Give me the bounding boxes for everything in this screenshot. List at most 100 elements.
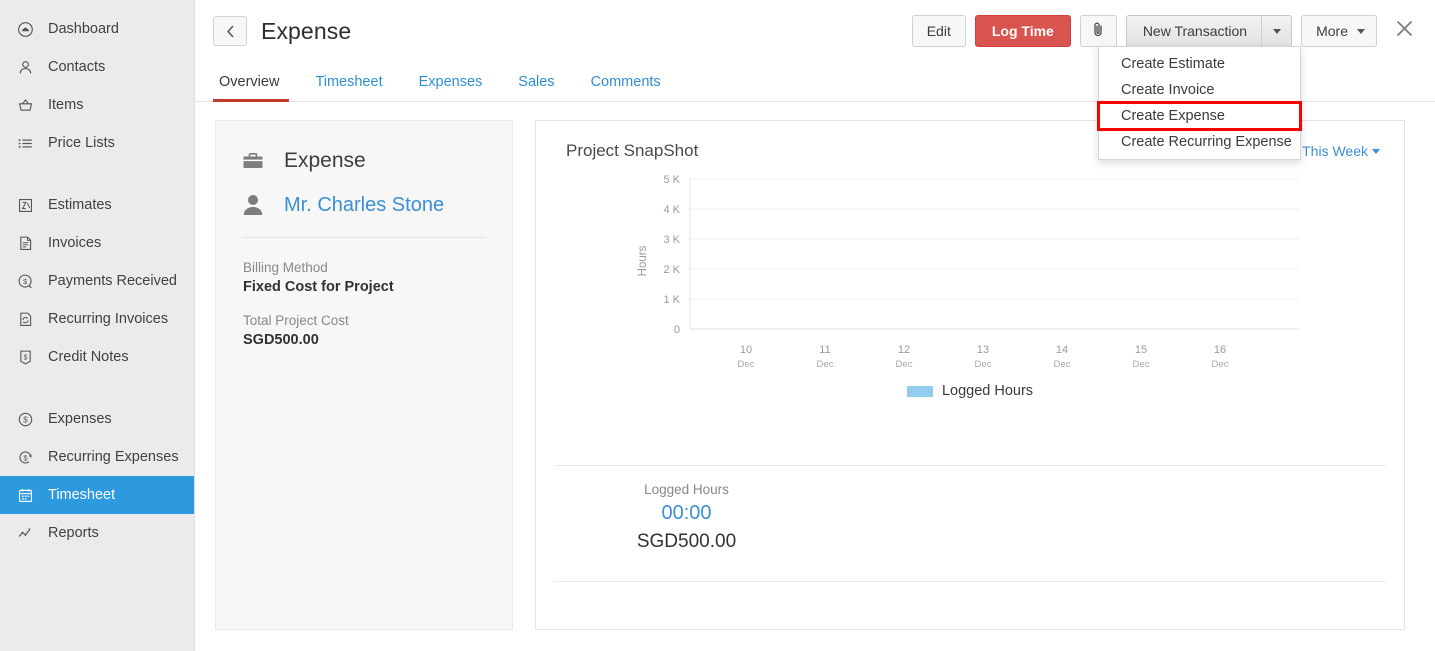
sidebar-item-credit-notes[interactable]: $ Credit Notes	[0, 338, 194, 376]
log-time-button[interactable]: Log Time	[975, 15, 1071, 47]
summary-logged-hours-label: Logged Hours	[554, 482, 819, 497]
project-name-row: Expense	[242, 149, 486, 173]
basket-icon	[14, 95, 36, 115]
sidebar-divider	[0, 162, 194, 186]
dropdown-item-create-recurring-expense[interactable]: Create Recurring Expense	[1099, 129, 1300, 155]
tab-expenses[interactable]: Expenses	[401, 74, 501, 101]
chart-legend: Logged Hours	[536, 383, 1404, 399]
snapshot-title: Project SnapShot	[566, 141, 698, 161]
customer-name-link[interactable]: Mr. Charles Stone	[284, 194, 444, 217]
x-tick-month: Dec	[817, 359, 834, 370]
svg-text:$: $	[23, 277, 27, 286]
back-button[interactable]	[213, 16, 247, 46]
sidebar-item-price-lists[interactable]: Price Lists	[0, 124, 194, 162]
sidebar-item-label: Recurring Expenses	[48, 450, 179, 465]
sidebar-item-contacts[interactable]: Contacts	[0, 48, 194, 86]
field-value: SGD500.00	[243, 332, 486, 348]
customer-row: Mr. Charles Stone	[242, 193, 486, 217]
y-tick-label: 4 K	[663, 204, 680, 216]
close-icon	[1395, 19, 1414, 43]
gauge-icon	[14, 19, 36, 39]
project-snapshot-card: Project SnapShot This Week Hours	[535, 120, 1405, 630]
field-value: Fixed Cost for Project	[243, 279, 486, 295]
date-range-label: This Week	[1302, 143, 1368, 159]
field-label: Billing Method	[243, 260, 486, 275]
tab-timesheet[interactable]: Timesheet	[297, 74, 400, 101]
new-transaction-dropdown[interactable]: Create Estimate Create Invoice Create Ex…	[1098, 46, 1301, 160]
dropdown-item-create-expense[interactable]: Create Expense	[1099, 103, 1300, 129]
close-button[interactable]	[1391, 18, 1417, 44]
x-tick-day: 14	[1056, 344, 1068, 356]
sidebar-divider	[0, 376, 194, 400]
x-tick-month: Dec	[896, 359, 913, 370]
x-tick-day: 16	[1214, 344, 1226, 356]
date-range-picker[interactable]: This Week	[1302, 143, 1380, 159]
sidebar-item-recurring-expenses[interactable]: $ Recurring Expenses	[0, 438, 194, 476]
recurring-dollar-icon: $	[14, 447, 36, 467]
summary-divider-bottom	[554, 581, 1386, 582]
y-tick-label: 1 K	[663, 294, 680, 306]
x-tick-month: Dec	[1212, 359, 1229, 370]
svg-text:$: $	[23, 415, 28, 424]
edit-button[interactable]: Edit	[912, 15, 966, 47]
y-tick-label: 3 K	[663, 234, 680, 246]
sidebar-item-reports[interactable]: Reports	[0, 514, 194, 552]
y-axis: 5 K 4 K 3 K 2 K 1 K 0	[663, 174, 1300, 336]
sidebar-item-recurring-invoices[interactable]: Recurring Invoices	[0, 300, 194, 338]
tab-comments[interactable]: Comments	[573, 74, 679, 101]
sidebar-item-dashboard[interactable]: Dashboard	[0, 10, 194, 48]
dropdown-item-create-estimate[interactable]: Create Estimate	[1099, 51, 1300, 77]
sidebar-item-label: Expenses	[48, 412, 112, 427]
y-tick-label: 2 K	[663, 264, 680, 276]
dropdown-item-create-invoice[interactable]: Create Invoice	[1099, 77, 1300, 103]
summary-amount-value: SGD500.00	[554, 531, 819, 553]
x-tick-month: Dec	[1133, 359, 1150, 370]
sidebar-item-label: Dashboard	[48, 22, 119, 37]
sidebar-item-label: Estimates	[48, 198, 112, 213]
sidebar-item-expenses[interactable]: $ Expenses	[0, 400, 194, 438]
sidebar-item-label: Contacts	[48, 60, 105, 75]
snapshot-summary: Logged Hours 00:00 SGD500.00	[554, 466, 819, 567]
sidebar-item-payments-received[interactable]: $ Payments Received	[0, 262, 194, 300]
new-transaction-label: New Transaction	[1127, 16, 1261, 46]
sidebar-item-label: Price Lists	[48, 136, 115, 151]
paperclip-icon	[1092, 21, 1105, 41]
new-transaction-button[interactable]: New Transaction	[1126, 15, 1292, 47]
user-outline-icon	[14, 57, 36, 77]
more-button[interactable]: More	[1301, 15, 1377, 47]
x-tick-day: 13	[977, 344, 989, 356]
x-tick-day: 15	[1135, 344, 1147, 356]
x-tick-month: Dec	[1054, 359, 1071, 370]
sidebar-item-items[interactable]: Items	[0, 86, 194, 124]
document-icon	[14, 233, 36, 253]
sidebar-item-label: Timesheet	[48, 488, 115, 503]
person-icon	[242, 193, 284, 217]
x-tick-day: 10	[740, 344, 752, 356]
chevron-down-icon	[1357, 29, 1365, 34]
x-tick-day: 12	[898, 344, 910, 356]
field-total-project-cost: Total Project Cost SGD500.00	[242, 313, 486, 348]
new-transaction-caret[interactable]	[1261, 16, 1291, 46]
project-name: Expense	[284, 149, 366, 173]
sidebar-item-label: Credit Notes	[48, 350, 129, 365]
chart-svg: Hours 5 K 4 K 3 K	[630, 161, 1310, 391]
trend-icon	[14, 523, 36, 543]
svg-text:$: $	[23, 453, 27, 462]
page-title: Expense	[261, 18, 351, 45]
estimate-icon	[14, 195, 36, 215]
tab-sales[interactable]: Sales	[500, 74, 572, 101]
tab-overview[interactable]: Overview	[213, 74, 297, 101]
chevron-left-icon	[225, 25, 236, 38]
sidebar-item-estimates[interactable]: Estimates	[0, 186, 194, 224]
legend-swatch	[907, 386, 933, 397]
x-tick-month: Dec	[975, 359, 992, 370]
chevron-down-icon	[1273, 29, 1281, 34]
app-root: Dashboard Contacts Items Price Lists	[0, 0, 1435, 651]
header-actions: Edit Log Time New Transaction More	[912, 15, 1417, 47]
sidebar-item-label: Payments Received	[48, 274, 177, 289]
sidebar-item-timesheet[interactable]: Timesheet	[0, 476, 194, 514]
main-area: Expense Edit Log Time New Transaction Mo…	[195, 0, 1435, 651]
list-icon	[14, 133, 36, 153]
sidebar-item-invoices[interactable]: Invoices	[0, 224, 194, 262]
attachment-button[interactable]	[1080, 15, 1117, 47]
